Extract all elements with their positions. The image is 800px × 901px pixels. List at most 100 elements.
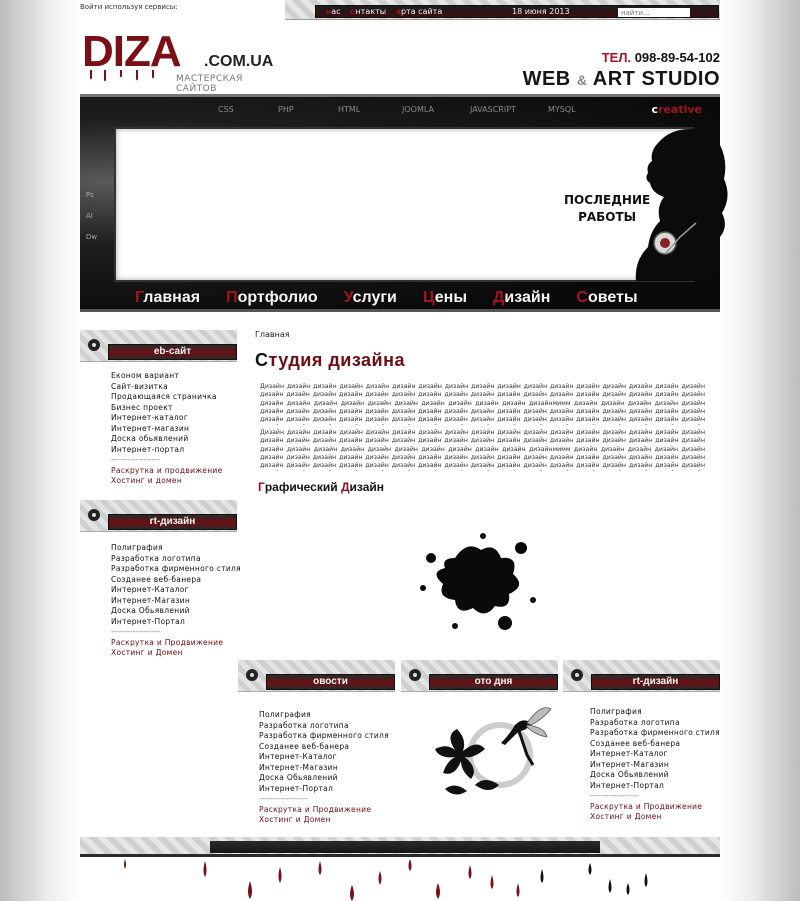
news-list: Полиграфия Разработка логотипа Разработк… <box>259 710 389 826</box>
footer-blood-drips <box>124 859 648 901</box>
woman-silhouette-image <box>635 128 728 281</box>
top-date: 18 июня 2013 <box>512 7 570 16</box>
top-nav: нас онтакты арта сайта <box>326 7 442 16</box>
nav-design[interactable]: Дизайн <box>493 289 550 307</box>
grunge-edge-left <box>0 0 80 901</box>
art-item[interactable]: Хостинг и Домен <box>590 812 720 823</box>
sidebar-item-banner[interactable]: Созданее веб-банера <box>111 575 241 586</box>
flower-icon <box>409 669 421 681</box>
sidebar-web-list: Економ вариант Сайт-визитка Продающаяся … <box>111 371 223 487</box>
separator: ------------------ <box>111 627 160 636</box>
grunge-edge-right <box>720 0 800 901</box>
art-item[interactable]: Полиграфия <box>590 707 720 718</box>
sidebar-item-hosting[interactable]: Хостинг и Домен <box>111 648 241 659</box>
tool-label: Ps <box>86 191 94 199</box>
art-item[interactable]: Интернет-Портал <box>590 781 720 792</box>
tech-label: CSS <box>218 105 234 114</box>
art-item[interactable]: Разработка фирменного стиля <box>590 728 720 739</box>
sidebar-item-portal[interactable]: Интернет-Портал <box>111 617 241 628</box>
sidebar-item-promotion[interactable]: Раскрутка и продвижение <box>111 466 223 477</box>
sidebar-item-shop[interactable]: Интернет-Магазин <box>111 596 241 607</box>
breadcrumb[interactable]: Главная <box>255 330 290 339</box>
page: Войти используя сервисы: нас онтакты арт… <box>80 0 728 901</box>
nav-prices[interactable]: Цены <box>423 289 467 307</box>
site-logo[interactable]: DIZA .COM.UA МАСТЕРСКАЯ САЙТОВ <box>82 27 273 95</box>
news-item[interactable]: Раскрутка и Продвижение <box>259 805 389 816</box>
photo-of-day-header: ото дня <box>401 660 558 692</box>
news-item[interactable]: Созданее веб-банера <box>259 742 389 753</box>
sidebar-item-business[interactable]: Бизнес проект <box>111 403 223 414</box>
sidebar-item-shop[interactable]: Интернет-магазин <box>111 424 223 435</box>
art-design-title: rt-дизайн <box>632 676 679 687</box>
art-item[interactable]: Интернет-Каталог <box>590 749 720 760</box>
sidebar-item-landing[interactable]: Продающаяся страничка <box>111 392 223 403</box>
section-title-graphic-design: Графический Дизайн <box>258 480 384 494</box>
top-bar-panel: нас онтакты арта сайта 18 июня 2013 <box>315 5 719 18</box>
tech-label: JOOMLA <box>402 105 434 114</box>
sidebar-item-catalog[interactable]: Интернет-каталог <box>111 413 223 424</box>
page-title: Студия дизайна <box>255 350 405 370</box>
nav-home[interactable]: Главная <box>135 289 200 307</box>
logo-subtitle: МАСТЕРСКАЯ САЙТОВ <box>176 74 243 94</box>
sidebar-item-board[interactable]: Доска Обьявлений <box>111 606 241 617</box>
sidebar-item-catalog[interactable]: Интернет-Каталог <box>111 585 241 596</box>
top-nav-about[interactable]: нас <box>326 7 341 16</box>
sidebar-item-brand[interactable]: Разработка фирменного стиля <box>111 564 241 575</box>
news-item[interactable]: Полиграфия <box>259 710 389 721</box>
art-item[interactable]: Созданее веб-банера <box>590 739 720 750</box>
ink-blot-image <box>420 533 536 630</box>
separator: ------------------ <box>590 791 639 800</box>
sidebar-item-print[interactable]: Полиграфия <box>111 543 241 554</box>
news-item[interactable]: Интернет-Каталог <box>259 752 389 763</box>
main-nav: Главная Портфолио Услуги Цены Дизайн Сов… <box>135 289 638 307</box>
tech-label: MYSQL <box>548 105 576 114</box>
art-item[interactable]: Разработка логотипа <box>590 718 720 729</box>
hero-banner: CSS PHP HTML JOOMLA JAVASCRIPT MYSQL cre… <box>80 94 728 312</box>
sidebar-item-business-card[interactable]: Сайт-визитка <box>111 382 223 393</box>
logo-wordmark: DIZA <box>82 27 182 76</box>
login-services-text: Войти используя сервисы: <box>80 3 178 11</box>
flower-icon <box>88 509 100 521</box>
news-header: овости <box>238 660 395 692</box>
sidebar-item-promotion[interactable]: Раскрутка и Продвижение <box>111 638 241 649</box>
sidebar-item-logo[interactable]: Разработка логотипа <box>111 554 241 565</box>
top-nav-sitemap[interactable]: арта сайта <box>396 7 442 16</box>
sidebar-item-portal[interactable]: Интернет-портал <box>111 445 223 456</box>
news-item[interactable]: Разработка логотипа <box>259 721 389 732</box>
logo-drips <box>90 70 154 82</box>
sidebar-item-economy[interactable]: Економ вариант <box>111 371 223 382</box>
news-item[interactable]: Разработка фирменного стиля <box>259 731 389 742</box>
sidebar-item-hosting[interactable]: Хостинг и домен <box>111 476 223 487</box>
flower-icon <box>88 339 100 351</box>
art-item[interactable]: Интернет-Магазин <box>590 760 720 771</box>
sidebar-item-board[interactable]: Доска обьявлений <box>111 434 223 445</box>
tech-label: HTML <box>338 105 361 114</box>
photo-of-day-title: ото дня <box>474 676 513 687</box>
nav-services[interactable]: Услуги <box>344 289 397 307</box>
tool-label: Dw <box>86 233 98 241</box>
tech-label: JAVASCRIPT <box>470 105 516 114</box>
content-paragraph: Дизайн дизайн дизайн дизайн дизайн дизай… <box>260 383 705 425</box>
news-item[interactable]: Интернет-Магазин <box>259 763 389 774</box>
sidebar-art-title: rt-дизайн <box>149 516 196 527</box>
studio-tagline: WEB & ART STUDIO <box>522 68 720 90</box>
tool-labels: Ps Ai Dw <box>86 185 97 248</box>
tech-label: PHP <box>278 105 294 114</box>
top-nav-contacts[interactable]: онтакты <box>351 7 387 16</box>
art-item[interactable]: Доска Обьявлений <box>590 770 720 781</box>
news-item[interactable]: Доска Обьявлений <box>259 773 389 784</box>
art-item[interactable]: Раскрутка и Продвижение <box>590 802 720 813</box>
news-item[interactable]: Хостинг и Домен <box>259 815 389 826</box>
creative-label: creative <box>651 103 703 116</box>
search-input[interactable] <box>618 8 690 17</box>
news-item[interactable]: Интернет-Портал <box>259 784 389 795</box>
nav-tips[interactable]: Советы <box>576 289 637 307</box>
sidebar-art-list: Полиграфия Разработка логотипа Разработк… <box>111 543 241 659</box>
separator: ------------------ <box>259 794 308 803</box>
nav-portfolio[interactable]: Портфолио <box>226 289 318 307</box>
phone-number: ТЕЛ. 098-89-54-102 <box>601 50 720 65</box>
art-design-header: rt-дизайн <box>563 660 720 692</box>
fairy-flower-image <box>435 707 552 795</box>
art-design-list: Полиграфия Разработка логотипа Разработк… <box>590 707 720 823</box>
separator: ------------------ <box>111 455 160 464</box>
